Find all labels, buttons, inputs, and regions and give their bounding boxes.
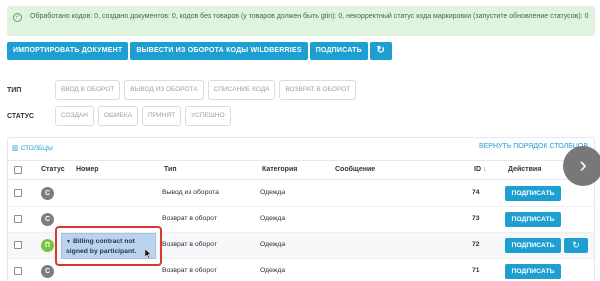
status-chip-success[interactable]: Успешно xyxy=(185,106,231,126)
status-chip-error[interactable]: Ошибка xyxy=(97,106,139,126)
type-chip-return[interactable]: Возврат в оборот xyxy=(279,80,357,100)
row-category: Одежда xyxy=(260,189,286,196)
next-button[interactable]: › xyxy=(563,146,600,186)
status-badge: С xyxy=(41,265,54,278)
toolbar: Импортировать документ Вывести из оборот… xyxy=(7,42,394,60)
row-checkbox[interactable] xyxy=(14,241,22,249)
row-sign-button[interactable]: Подписать xyxy=(505,186,561,201)
row-type: Возврат в оборот xyxy=(162,241,217,248)
status-filter-label: СТАТУС xyxy=(7,113,35,120)
refresh-icon: ↻ xyxy=(376,45,386,56)
chevron-right-icon: › xyxy=(579,152,587,177)
table-row[interactable]: С Вывод из оборота Одежда 74 Подписать xyxy=(8,181,594,207)
header-category[interactable]: Категория xyxy=(262,166,297,173)
refresh-button[interactable]: ↻ xyxy=(369,42,392,60)
header-number[interactable]: Номер xyxy=(76,166,99,173)
row-type: Возврат в оборот xyxy=(162,215,217,222)
arrow-down-icon: ↓ xyxy=(482,166,487,173)
table-header: Статус Номер Тип Категория Сообщение ID … xyxy=(8,160,594,180)
row-type: Возврат в оборот xyxy=(162,267,217,274)
row-checkbox[interactable] xyxy=(14,267,22,275)
tooltip-text: Billing contract not signed by participa… xyxy=(66,238,137,255)
header-status[interactable]: Статус xyxy=(41,166,65,173)
row-sign-button[interactable]: Подписать xyxy=(505,264,561,279)
header-type[interactable]: Тип xyxy=(164,166,177,173)
row-sign-button[interactable]: Подписать xyxy=(505,238,561,253)
header-message[interactable]: Сообщение xyxy=(335,166,375,173)
error-tooltip: ▼ Billing contract not signed by particip… xyxy=(61,233,156,259)
row-refresh-button[interactable]: ↻ xyxy=(564,238,588,253)
sign-button[interactable]: Подписать xyxy=(309,42,368,60)
status-badge: С xyxy=(41,187,54,200)
row-id: 73 xyxy=(472,215,480,222)
type-filter-chips: Ввод в оборот Вывод из оборота Списание … xyxy=(55,80,360,100)
columns-icon: ▥ xyxy=(12,145,19,152)
triangle-down-icon: ▼ xyxy=(66,239,71,245)
columns-link[interactable]: ▥ Столбцы xyxy=(12,144,53,152)
row-category: Одежда xyxy=(260,241,286,248)
refresh-icon: ↻ xyxy=(572,240,580,250)
status-chip-created[interactable]: Создан xyxy=(55,106,94,126)
row-category: Одежда xyxy=(260,215,286,222)
header-id-label: ID xyxy=(474,166,481,173)
type-chip-input[interactable]: Ввод в оборот xyxy=(55,80,121,100)
alert-text: Обработано кодов: 0, создано документов:… xyxy=(30,13,589,20)
row-sign-button[interactable]: Подписать xyxy=(505,212,561,227)
import-document-button[interactable]: Импортировать документ xyxy=(7,42,129,60)
row-id: 71 xyxy=(472,267,480,274)
row-type: Вывод из оборота xyxy=(162,189,219,196)
status-badge[interactable]: П xyxy=(41,239,54,252)
withdraw-wildberries-button[interactable]: Вывести из оборота коды Wildberries xyxy=(130,42,308,60)
type-filter-label: ТИП xyxy=(7,87,22,94)
check-circle-icon: ✓ xyxy=(13,13,22,22)
row-id: 72 xyxy=(472,241,480,248)
row-id: 74 xyxy=(472,189,480,196)
status-filter-chips: Создан Ошибка Принят Успешно xyxy=(55,106,235,126)
row-checkbox[interactable] xyxy=(14,189,22,197)
row-checkbox[interactable] xyxy=(14,215,22,223)
status-alert: ✓ Обработано кодов: 0, создано документо… xyxy=(7,6,595,36)
header-id[interactable]: ID ↓ xyxy=(474,166,486,173)
row-category: Одежда xyxy=(260,267,286,274)
status-chip-accepted[interactable]: Принят xyxy=(142,106,182,126)
mouse-cursor-icon xyxy=(145,249,152,259)
type-chip-withdraw[interactable]: Вывод из оборота xyxy=(124,80,204,100)
select-all-checkbox[interactable] xyxy=(14,166,22,174)
status-badge: С xyxy=(41,213,54,226)
type-chip-writeoff[interactable]: Списание кода xyxy=(207,80,276,100)
columns-link-label: Столбцы xyxy=(20,145,53,152)
header-actions: Действия xyxy=(508,166,542,173)
